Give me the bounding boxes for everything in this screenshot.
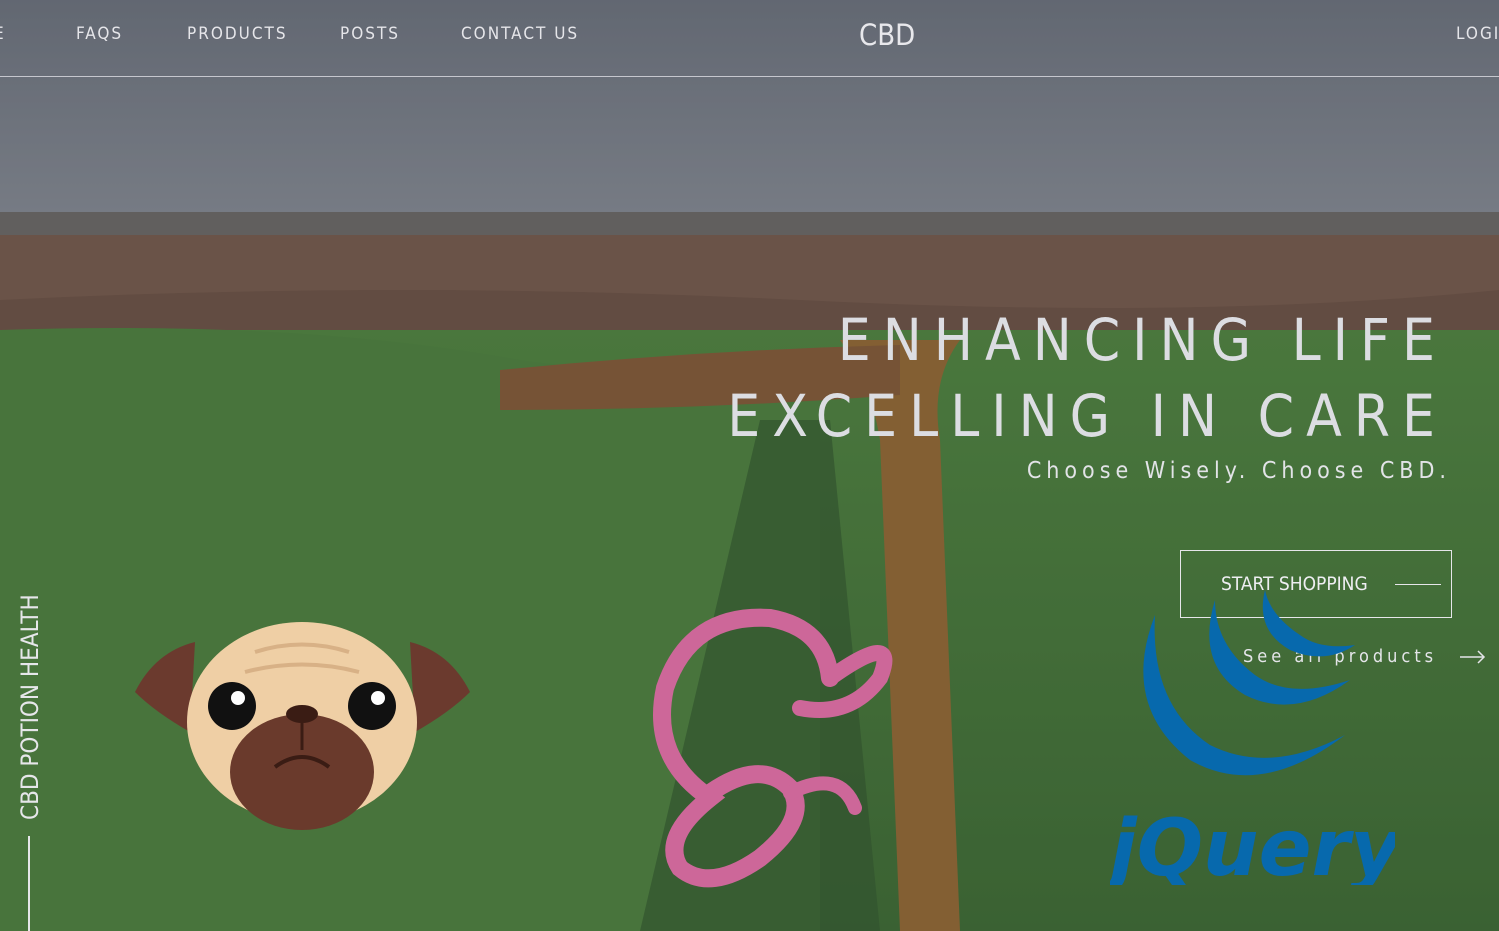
brand-logo[interactable]: CBD [859, 18, 915, 52]
button-line-decoration [1395, 584, 1441, 585]
arrow-right-icon [1460, 650, 1486, 664]
sass-logo-icon [653, 608, 893, 888]
hero-subtitle: Choose Wisely. Choose CBD. [1026, 458, 1451, 484]
nav-link-partial[interactable]: E [0, 24, 6, 44]
login-link[interactable]: LOGIN [1456, 24, 1499, 44]
top-navigation: E FAQS PRODUCTS POSTS CONTACT US CBD LOG… [0, 0, 1499, 77]
nav-link-posts[interactable]: POSTS [340, 24, 400, 44]
hero-headline-line-2: EXCELLING IN CARE [727, 382, 1447, 450]
side-vertical-line [28, 836, 30, 931]
pug-logo-icon [135, 622, 470, 830]
jquery-wordmark: jQuery [1110, 804, 1395, 885]
hero-headline-line-1: ENHANCING LIFE [837, 306, 1447, 374]
nav-link-contact-us[interactable]: CONTACT US [461, 24, 579, 44]
nav-link-faqs[interactable]: FAQS [76, 24, 123, 44]
nav-link-products[interactable]: PRODUCTS [187, 24, 288, 44]
jquery-logo-icon: jQuery [1110, 590, 1395, 885]
side-vertical-label: CBD POTION HEALTH [16, 594, 44, 820]
